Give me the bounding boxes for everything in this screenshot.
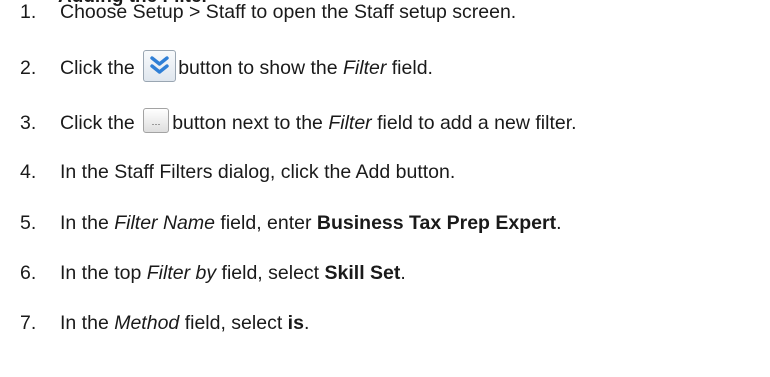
step-text: In the Method field, select is. xyxy=(60,308,309,338)
add-filter-ellipsis-button[interactable]: ... xyxy=(143,108,170,134)
entry-value: Skill Set xyxy=(324,262,401,284)
step-number: 1. xyxy=(20,1,37,23)
field-name: Filter Name xyxy=(114,212,215,234)
step-6: 6. In the top Filter by field, select Sk… xyxy=(0,258,770,288)
step-text: Choose Setup > Staff to open the Staff s… xyxy=(60,1,517,23)
step-mid: field, select xyxy=(221,262,320,284)
entry-value: is xyxy=(287,312,304,334)
step-pre: In the top xyxy=(60,262,142,284)
step-5: 5. In the Filter Name field, enter Busin… xyxy=(0,208,770,238)
step-pre: Click the xyxy=(60,112,135,134)
entry-value: Business Tax Prep Expert xyxy=(316,212,557,234)
expand-filter-button[interactable] xyxy=(143,50,177,82)
step-2: 2. Click the button to show the Filter f… xyxy=(0,50,770,85)
step-pre: In the xyxy=(60,212,109,234)
step-mid: field, enter xyxy=(220,212,312,234)
step-number: 4. xyxy=(20,161,37,183)
step-text: Click the ... button next to the Filter f… xyxy=(60,108,577,138)
step-4: 4. In the Staff Filters dialog, click th… xyxy=(0,157,770,187)
step-number: 6. xyxy=(20,262,37,284)
step-text: Click the button to show the Filter fiel… xyxy=(60,50,433,85)
step-1: 1. Choose Setup > Staff to open the Staf… xyxy=(0,0,770,27)
step-text: In the Filter Name field, enter Business… xyxy=(60,208,561,238)
step-end: . xyxy=(400,262,406,284)
step-mid: field, select xyxy=(184,312,283,334)
step-tail: field to add a new filter. xyxy=(377,112,577,134)
step-text: In the top Filter by field, select Skill… xyxy=(60,258,406,288)
step-end: . xyxy=(303,312,310,334)
step-pre: In the xyxy=(60,312,109,334)
step-number: 3. xyxy=(20,112,37,134)
step-post: button to show the xyxy=(178,57,338,80)
field-name: Method xyxy=(114,312,180,334)
field-name: Filter xyxy=(328,112,372,134)
step-post: button next to the xyxy=(172,112,323,134)
step-tail: field. xyxy=(391,57,433,80)
step-number: 2. xyxy=(20,57,37,79)
step-number: 5. xyxy=(20,212,37,234)
ellipsis-icon: ... xyxy=(151,117,161,128)
step-pre: Click the xyxy=(60,57,135,80)
step-7: 7. In the Method field, select is. xyxy=(0,308,770,338)
step-number: 7. xyxy=(20,312,37,334)
step-3: 3. Click the ... button next to the Filte… xyxy=(0,108,770,138)
field-name: Filter xyxy=(343,57,387,80)
step-end: . xyxy=(556,212,562,234)
double-chevron-down-icon xyxy=(150,56,169,74)
field-name: Filter by xyxy=(146,262,217,284)
step-text: In the Staff Filters dialog, click the A… xyxy=(60,161,456,183)
